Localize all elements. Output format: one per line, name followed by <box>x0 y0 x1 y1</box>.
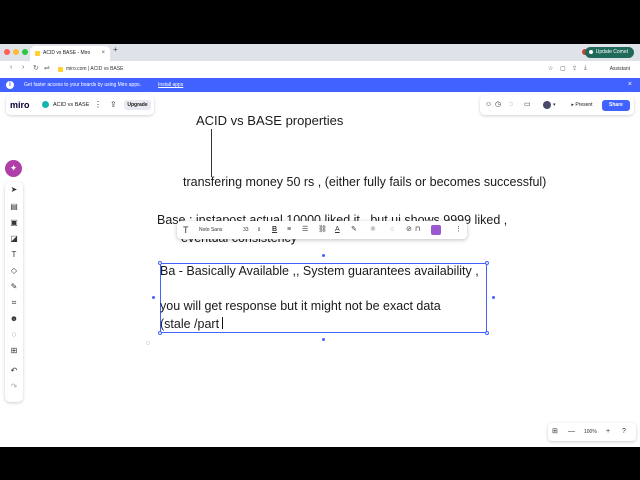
highlight-icon[interactable]: ✎ <box>351 221 357 239</box>
install-apps-banner: i Get faster access to your boards by us… <box>0 78 640 92</box>
minimize-window-dot[interactable] <box>13 49 19 55</box>
lock-icon[interactable]: ⊓ <box>415 221 420 239</box>
add-more-icon[interactable]: ⊞ <box>5 346 23 355</box>
resize-handle-tr[interactable] <box>485 261 489 265</box>
present-button[interactable]: ▸ Present <box>566 100 598 110</box>
miro-favicon-icon <box>35 51 40 56</box>
mouse-cursor-icon: ◌ <box>146 340 151 347</box>
frame-icon[interactable]: ▣ <box>5 218 23 227</box>
browser-address-bar: ‹ › ↻ ⇌ miro.com | ACID vs BASE ☆ ▢ ⇪ ⤓ … <box>0 61 640 78</box>
banner-close-icon[interactable]: × <box>628 78 632 92</box>
board-title-text[interactable]: ACID vs BASE properties <box>196 113 343 128</box>
edit-text-line1[interactable]: Ba - Basically Available ,, System guara… <box>160 264 479 278</box>
info-icon: i <box>6 81 14 89</box>
more-options-icon[interactable]: ⋮ <box>455 221 462 239</box>
text-format-toolbar: T Noto Sans 33 ⇕ B ≡ ☰ ⛓ A ✎ ✺ ◌ ⊘ ⊓ ⋮ <box>177 221 467 239</box>
avatar[interactable] <box>543 101 551 109</box>
minimap-icon[interactable]: ⊞ <box>552 423 558 441</box>
close-window-dot[interactable] <box>4 49 10 55</box>
share-button[interactable]: Share <box>602 100 630 111</box>
board-menu-button[interactable]: ⋮ <box>94 95 102 115</box>
templates-icon[interactable]: ▤ <box>5 202 23 211</box>
board-header-right: ☺ ◷ ◌ ▭ ▾ ▸ Present Share <box>480 95 634 115</box>
transfer-note[interactable]: transfering money 50 rs , (either fully … <box>183 175 546 189</box>
miro-favicon-icon <box>58 67 63 72</box>
side-handle-right[interactable] <box>492 296 495 299</box>
url-text: miro.com | ACID vs BASE <box>66 66 124 72</box>
font-family-select[interactable]: Noto Sans <box>199 221 222 239</box>
shapes-icon[interactable]: ◇ <box>5 266 23 275</box>
tab-close-icon[interactable]: × <box>101 46 105 61</box>
text-type-icon[interactable]: T <box>183 221 189 239</box>
fill-icon[interactable]: ✺ <box>370 221 376 239</box>
comment-icon[interactable]: ◌ <box>390 221 394 239</box>
banner-message: Get faster access to your boards by usin… <box>24 82 141 88</box>
update-button[interactable]: Update Comet <box>584 47 634 58</box>
text-tool-icon[interactable]: T <box>5 250 23 259</box>
comments-icon[interactable]: ◌ <box>509 95 513 115</box>
assistant-button[interactable]: Assistant <box>610 64 630 75</box>
side-handle-left[interactable] <box>152 296 155 299</box>
download-icon[interactable]: ⤓ <box>584 65 587 72</box>
font-size-input[interactable]: 33 <box>243 221 249 239</box>
zoom-level[interactable]: 100% <box>584 423 597 441</box>
site-info-icon[interactable]: ⇌ <box>44 64 50 72</box>
resize-handle-bl[interactable] <box>158 331 162 335</box>
board-header-left: miro ACID vs BASE ⋮ ⇪ Upgrade <box>6 95 154 115</box>
install-apps-link[interactable]: Install apps <box>158 78 183 92</box>
reactions-icon[interactable]: ☺ <box>485 95 492 115</box>
board-icon <box>42 101 49 108</box>
timer-icon[interactable]: ◷ <box>495 95 501 115</box>
list-icon[interactable]: ☰ <box>302 221 308 239</box>
upgrade-button[interactable]: Upgrade <box>124 100 151 110</box>
rotate-handle[interactable] <box>322 254 325 257</box>
forward-icon[interactable]: › <box>22 64 24 71</box>
maximize-window-dot[interactable] <box>22 49 28 55</box>
extensions-icon[interactable]: ▢ <box>560 65 566 72</box>
undo-icon[interactable]: ↶ <box>5 366 23 375</box>
board-name[interactable]: ACID vs BASE <box>53 95 89 115</box>
align-icon[interactable]: ≡ <box>287 221 291 239</box>
size-stepper-icon[interactable]: ⇕ <box>257 221 261 239</box>
emoji-icon[interactable]: ☻ <box>5 314 23 323</box>
chevron-down-icon[interactable]: ▾ <box>553 95 556 115</box>
browser-tab[interactable]: ACID vs BASE - Miro × <box>30 46 110 61</box>
left-toolbar: ➤ ▤ ▣ ◪ T ◇ ✎ ⌗ ☻ ◌ ⊞ ↶ ↷ <box>5 182 23 402</box>
pen-icon[interactable]: ✎ <box>5 282 23 291</box>
redo-icon[interactable]: ↷ <box>5 382 23 391</box>
zoom-controls: ⊞ — 100% + ? <box>548 423 636 441</box>
bookmark-star-icon[interactable]: ☆ <box>548 65 553 72</box>
new-tab-button[interactable]: + <box>113 45 118 54</box>
resize-handle-br[interactable] <box>485 331 489 335</box>
url-input[interactable]: miro.com | ACID vs BASE <box>52 64 547 75</box>
miro-logo[interactable]: miro <box>10 95 30 115</box>
zoom-out-button[interactable]: — <box>568 423 575 441</box>
color-swatch[interactable] <box>431 225 441 235</box>
miro-board-canvas[interactable]: miro ACID vs BASE ⋮ ⇪ Upgrade ☺ ◷ ◌ ▭ ▾ … <box>0 92 640 447</box>
select-tool-icon[interactable]: ➤ <box>5 185 23 194</box>
screen-bottom-bezel <box>0 447 640 480</box>
share-page-icon[interactable]: ⇪ <box>572 65 577 72</box>
crop-icon[interactable]: ⌗ <box>5 298 23 308</box>
side-handle-bottom[interactable] <box>322 338 325 341</box>
edit-text-line3[interactable]: (stale /part <box>160 317 219 331</box>
comment-tool-icon[interactable]: ◌ <box>5 330 23 339</box>
link-object-icon[interactable]: ⊘ <box>406 221 412 239</box>
browser-tab-bar: ACID vs BASE - Miro × + Update Comet <box>0 44 640 61</box>
ai-assist-icon[interactable]: ✦ <box>5 160 22 177</box>
help-button[interactable]: ? <box>622 423 626 441</box>
reload-icon[interactable]: ↻ <box>33 64 39 72</box>
zoom-in-button[interactable]: + <box>606 423 610 441</box>
video-call-icon[interactable]: ▭ <box>524 95 531 115</box>
text-color-icon[interactable]: A <box>335 221 340 239</box>
sticky-note-icon[interactable]: ◪ <box>5 234 23 243</box>
back-icon[interactable]: ‹ <box>10 64 12 71</box>
bold-icon[interactable]: B <box>272 221 277 239</box>
edit-text-line2[interactable]: you will get response but it might not b… <box>160 299 441 313</box>
link-icon[interactable]: ⛓ <box>318 221 327 239</box>
connector-line[interactable] <box>211 129 212 177</box>
tab-title: ACID vs BASE - Miro <box>43 50 91 56</box>
text-caret <box>222 317 223 329</box>
export-icon[interactable]: ⇪ <box>110 95 117 115</box>
